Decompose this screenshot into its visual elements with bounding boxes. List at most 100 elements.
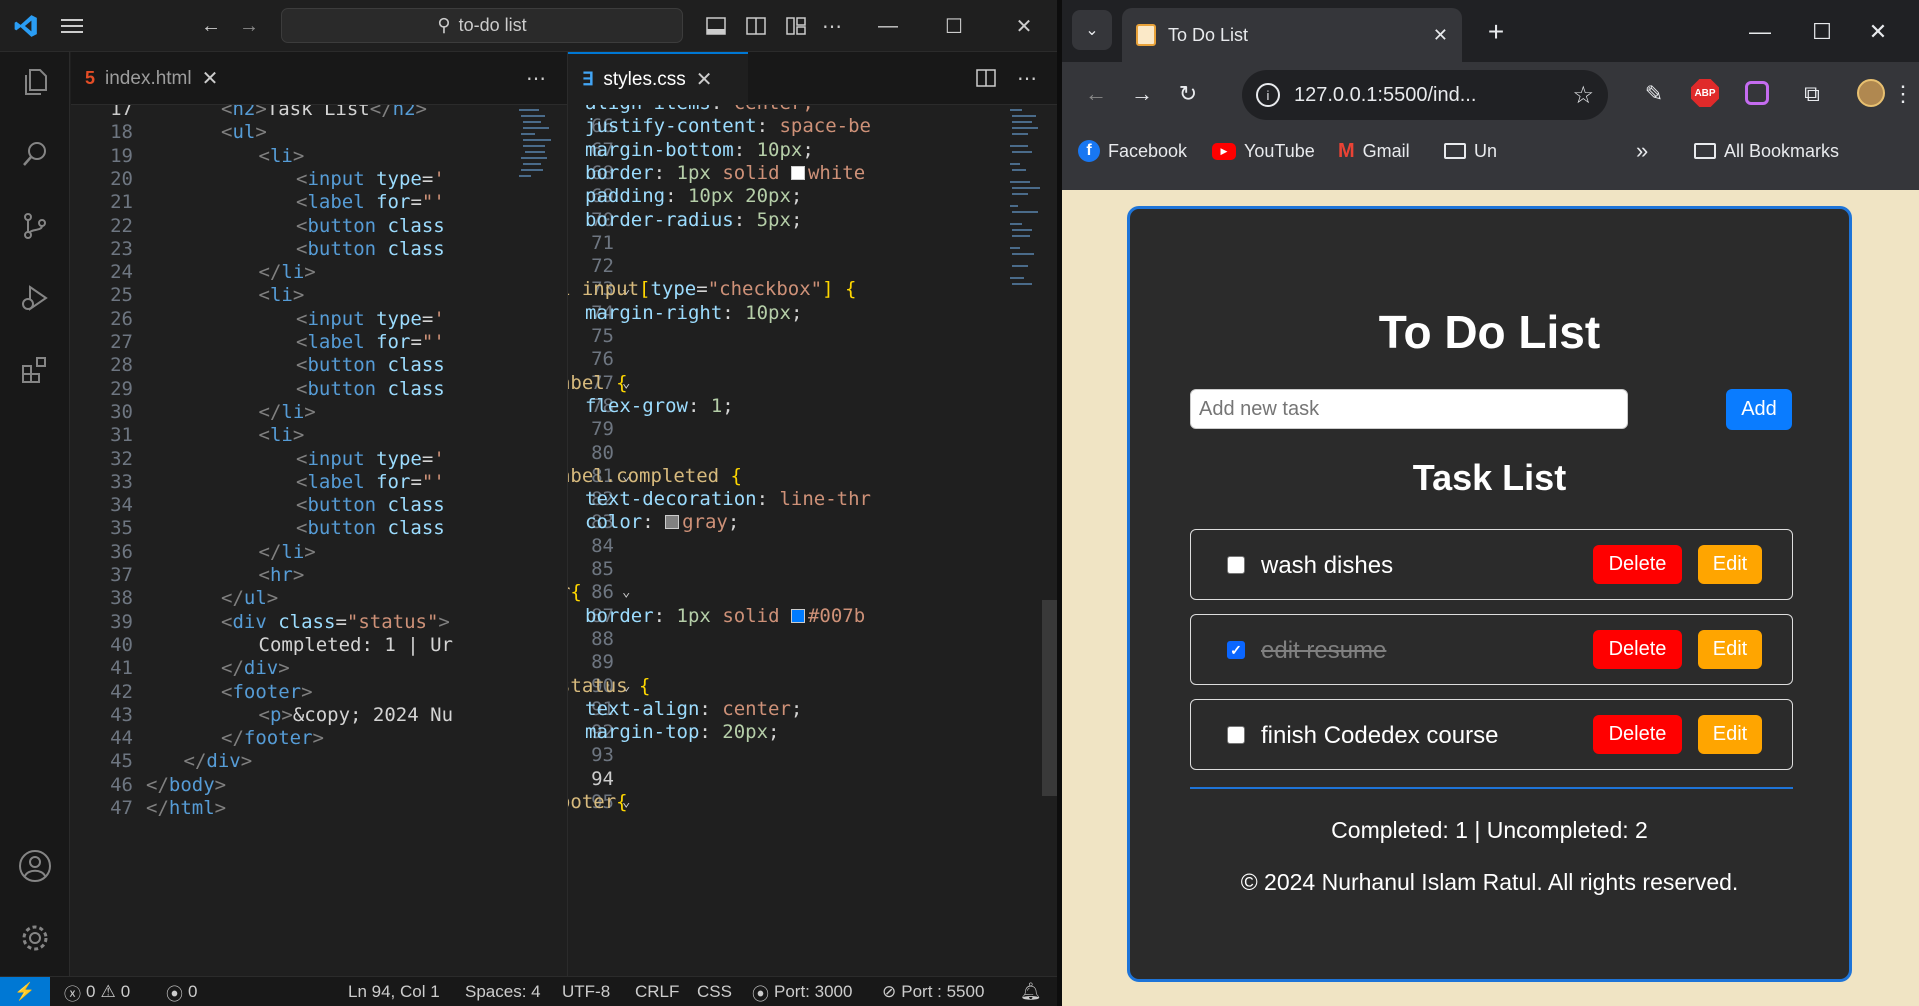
close-window-icon[interactable]: ✕ — [1006, 10, 1042, 42]
bookmark-facebook[interactable]: f Facebook — [1078, 132, 1187, 170]
browser-tab[interactable]: To Do List ✕ — [1122, 8, 1462, 62]
close-tab-icon[interactable]: ✕ — [696, 67, 713, 92]
remote-icon[interactable]: ⚡ — [0, 977, 50, 1006]
extensions-puzzle-icon[interactable]: ⧉ — [1792, 74, 1832, 114]
more-bookmarks-chevron-icon[interactable]: » — [1636, 132, 1648, 170]
footer-text: © 2024 Nurhanul Islam Ratul. All rights … — [1240, 869, 1739, 895]
line-number: 47 — [110, 797, 133, 819]
close-tab-icon[interactable]: ✕ — [202, 66, 219, 91]
account-icon[interactable] — [0, 836, 70, 896]
code-text: </html> — [146, 797, 227, 819]
all-bookmarks[interactable]: All Bookmarks — [1694, 132, 1839, 170]
screen-recorder-icon[interactable] — [1740, 76, 1774, 110]
explorer-icon[interactable] — [0, 52, 70, 112]
minimap[interactable] — [517, 105, 553, 335]
code-line[interactable]: 47 </html> — [71, 794, 567, 822]
back-arrow-icon[interactable]: ← — [196, 10, 226, 42]
edit-button[interactable]: Edit — [1698, 715, 1762, 754]
bookmark-youtube[interactable]: ▶ YouTube — [1212, 132, 1315, 170]
folder-icon — [1444, 143, 1466, 159]
bookmark-gmail[interactable]: M Gmail — [1338, 132, 1410, 170]
task-checkbox[interactable]: ✓ — [1227, 641, 1245, 659]
ports-indicator[interactable]: ⦿ 0 — [166, 977, 197, 1006]
notifications-bell-icon[interactable]: 🔔︎ — [1020, 977, 1042, 1006]
menu-kebab-icon[interactable]: ⋮ — [1888, 74, 1918, 114]
folder-icon — [1694, 143, 1716, 159]
search-icon[interactable] — [0, 124, 70, 184]
forward-arrow-icon[interactable]: → — [234, 10, 264, 42]
delete-button[interactable]: Delete — [1593, 715, 1682, 754]
task-checkbox[interactable] — [1227, 726, 1245, 744]
color-swatch[interactable] — [790, 608, 805, 623]
edit-button[interactable]: Edit — [1698, 630, 1762, 669]
forward-arrow-icon[interactable]: → — [1122, 74, 1162, 114]
delete-button[interactable]: Delete — [1593, 630, 1682, 669]
color-swatch[interactable] — [665, 515, 680, 530]
indentation[interactable]: Spaces: 4 — [465, 977, 541, 1006]
more-actions-icon[interactable]: ⋯ — [519, 62, 553, 94]
warning-count: 0 — [120, 982, 131, 1001]
code-area[interactable]: 17 <h2>Task List</h2> 18 <ul> 19 <li> 20 <input… — [71, 105, 567, 976]
encoding[interactable]: UTF-8 — [562, 977, 610, 1006]
color-swatch[interactable] — [790, 165, 805, 180]
site-info-icon[interactable]: i — [1256, 83, 1280, 107]
toggle-sidebar-icon[interactable] — [742, 12, 770, 40]
tab-styles-css[interactable]: ∃ styles.css ✕ — [568, 52, 748, 105]
code-area[interactable]: align-items: center;66justify-content: s… — [568, 105, 1057, 976]
code-line[interactable]: 95⌄footer{ — [568, 788, 1057, 816]
settings-gear-icon[interactable] — [0, 908, 70, 968]
task-label: edit resume — [1261, 637, 1387, 664]
back-arrow-icon[interactable]: ← — [1076, 74, 1116, 114]
reload-icon[interactable]: ↻ — [1168, 74, 1208, 114]
new-tab-icon[interactable]: + — [1478, 14, 1514, 50]
tab-search-chevron-icon[interactable]: ⌄ — [1072, 10, 1112, 50]
warning-icon: ⚠ — [100, 982, 116, 1001]
editor-group-html: 5 index.html ✕ ⋯ 17 <h2>Task List</h2> 18 <… — [71, 52, 567, 976]
menu-icon[interactable] — [56, 10, 88, 42]
minimize-icon[interactable]: — — [1742, 14, 1778, 50]
command-center-search[interactable]: ⚲ to-do list — [281, 8, 683, 43]
split-editor-icon[interactable] — [972, 64, 1000, 92]
cursor-position[interactable]: Ln 94, Col 1 — [348, 977, 440, 1006]
extensions-icon[interactable] — [0, 340, 70, 400]
color-picker-icon[interactable]: ✎ — [1634, 74, 1674, 114]
end-of-line[interactable]: CRLF — [635, 977, 679, 1006]
profile-avatar[interactable] — [1854, 76, 1888, 110]
tab-index-html[interactable]: 5 index.html ✕ — [71, 52, 255, 105]
problems-indicator[interactable]: ⓧ 0 ⚠ 0 — [64, 977, 130, 1006]
vscode-window: ← → ⚲ to-do list ⋯ — ☐ ✕ 5 index.html ✕ … — [0, 0, 1057, 1006]
live-server-port-3000[interactable]: ⦿ Port: 3000 — [752, 977, 852, 1006]
adblock-plus-icon[interactable]: ABP — [1688, 76, 1722, 110]
toggle-panel-icon[interactable] — [702, 12, 730, 40]
edit-button[interactable]: Edit — [1698, 545, 1762, 584]
more-icon[interactable]: ⋯ — [818, 12, 846, 40]
bookmark-label: Un — [1474, 140, 1498, 161]
vscode-logo-icon[interactable] — [10, 10, 42, 42]
maximize-icon[interactable]: ☐ — [936, 10, 972, 42]
url-text: 127.0.0.1:5500/ind... — [1294, 83, 1477, 106]
new-task-input[interactable] — [1190, 389, 1628, 429]
delete-button[interactable]: Delete — [1593, 545, 1682, 584]
task-label: finish Codedex course — [1261, 722, 1499, 749]
close-window-icon[interactable]: ✕ — [1860, 14, 1896, 50]
bookmark-folder-un[interactable]: Un — [1444, 132, 1497, 170]
live-server-port-5500[interactable]: ⊘ Port : 5500 — [882, 977, 984, 1006]
task-label: wash dishes — [1261, 552, 1394, 579]
all-bookmarks-label: All Bookmarks — [1724, 140, 1840, 161]
customize-layout-icon[interactable] — [782, 12, 810, 40]
maximize-icon[interactable]: ☐ — [1804, 14, 1840, 50]
more-actions-icon[interactable]: ⋯ — [1010, 62, 1044, 94]
add-task-button[interactable]: Add — [1726, 389, 1792, 430]
error-icon: ⓧ — [64, 984, 81, 1004]
scrollbar-thumb[interactable] — [1042, 600, 1057, 796]
address-bar[interactable]: i 127.0.0.1:5500/ind... ☆ — [1242, 70, 1608, 120]
language-mode[interactable]: CSS — [697, 977, 732, 1006]
minimap[interactable] — [1008, 105, 1044, 335]
bookmark-star-icon[interactable]: ☆ — [1572, 81, 1594, 110]
minimize-icon[interactable]: — — [870, 10, 906, 42]
task-checkbox[interactable] — [1227, 556, 1245, 574]
source-control-icon[interactable] — [0, 196, 70, 256]
close-tab-icon[interactable]: ✕ — [1433, 25, 1448, 46]
run-debug-icon[interactable] — [0, 268, 70, 328]
bookmark-label: YouTube — [1244, 140, 1315, 161]
